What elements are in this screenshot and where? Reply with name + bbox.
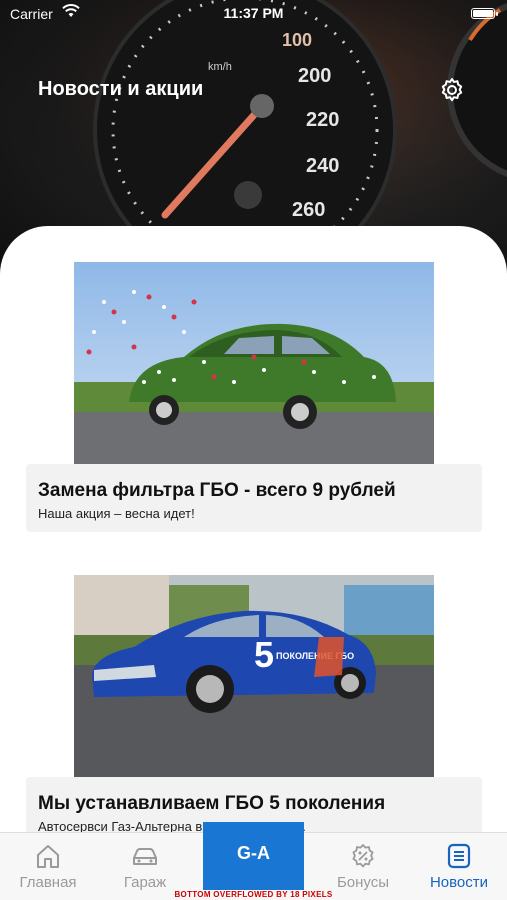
news-icon bbox=[447, 843, 471, 869]
news-card[interactable]: Замена фильтра ГБО - всего 9 рублей Наша… bbox=[26, 262, 482, 532]
gear-icon bbox=[441, 78, 463, 102]
news-title: Замена фильтра ГБО - всего 9 рублей bbox=[38, 480, 396, 501]
gauge-tick: 200 bbox=[298, 65, 331, 87]
tab-label: Бонусы bbox=[336, 874, 390, 891]
gauge-tick: 260 bbox=[292, 199, 325, 221]
overflow-warning: BOTTOM OVERFLOWED BY 18 PIXELS bbox=[174, 890, 333, 899]
car-icon bbox=[133, 848, 157, 865]
page-title: Новости и акции bbox=[38, 78, 204, 100]
status-bar: Carrier 11:37 PM bbox=[0, 0, 507, 28]
status-time: 11:37 PM bbox=[223, 5, 284, 21]
bonus-icon bbox=[352, 844, 374, 868]
gauge-unit: km/h bbox=[208, 61, 232, 73]
tab-logo-button[interactable]: G-A bbox=[203, 822, 304, 890]
news-card[interactable]: 5 ПОКОЛЕНИЕ ГБО Мы устанавливаем ГБО 5 п… bbox=[26, 575, 482, 845]
news-list[interactable]: Замена фильтра ГБО - всего 9 рублей Наша… bbox=[0, 226, 507, 900]
tab-label: Главная bbox=[19, 874, 77, 891]
gauge-tick: 220 bbox=[306, 109, 339, 131]
news-card-caption: Замена фильтра ГБО - всего 9 рублей Наша… bbox=[26, 464, 482, 532]
battery-icon bbox=[471, 8, 498, 19]
gauge-tick: 240 bbox=[306, 155, 339, 177]
news-image: 5 ПОКОЛЕНИЕ ГБО bbox=[74, 575, 434, 777]
news-subtitle: Наша акция – весна идет! bbox=[38, 506, 195, 521]
home-icon bbox=[37, 845, 59, 868]
tab-label: Гараж bbox=[123, 874, 167, 891]
car-decal-number: 5 bbox=[254, 634, 274, 675]
tab-label: Новости bbox=[429, 874, 489, 891]
news-title: Мы устанавливаем ГБО 5 поколения bbox=[38, 793, 386, 814]
gauge-tick: 100 bbox=[282, 30, 312, 50]
news-image bbox=[74, 262, 434, 464]
settings-button[interactable] bbox=[438, 76, 466, 104]
